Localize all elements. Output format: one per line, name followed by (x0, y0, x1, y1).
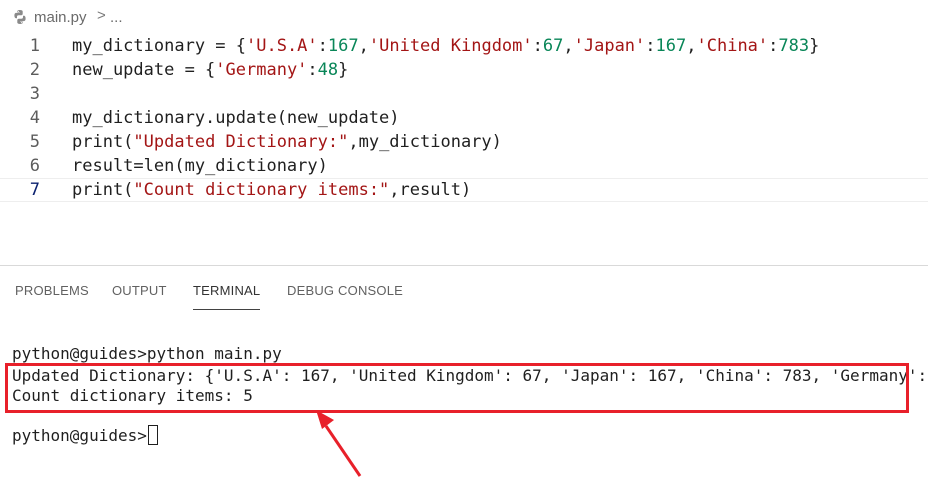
number-token: 167 (327, 36, 359, 56)
code-text: new_update = {'Germany':48} (72, 58, 348, 82)
code-line[interactable]: 5 print("Updated Dictionary:",my_dictiona… (0, 130, 928, 154)
breadcrumb-file[interactable]: main.py (34, 9, 87, 26)
terminal-command-line: python@guides>python main.py (12, 344, 282, 363)
string-token: "Count dictionary items:" (133, 180, 390, 200)
string-token: "Updated Dictionary:" (133, 132, 349, 152)
code-token: print( (72, 132, 134, 152)
terminal-prompt-line: python@guides> (12, 425, 158, 447)
line-number: 1 (29, 36, 40, 56)
code-token: , (358, 36, 369, 56)
line-number: 2 (29, 60, 40, 80)
code-line[interactable]: 7 print("Count dictionary items:",result) (0, 178, 928, 202)
line-number: 6 (29, 156, 40, 176)
code-token: ,result) (389, 180, 472, 200)
code-token: ,my_dictionary) (348, 132, 502, 152)
code-editor[interactable]: 1 my_dictionary = {'U.S.A':167,'United Ki… (0, 34, 928, 214)
number-token: 67 (542, 36, 564, 56)
code-token: , (563, 36, 574, 56)
code-text: print("Count dictionary items:",result) (72, 179, 471, 201)
code-token: new_update = { (72, 60, 216, 80)
code-token: : (307, 60, 318, 80)
python-file-icon (14, 10, 26, 24)
code-token: : (645, 36, 656, 56)
code-token: my_dictionary.update(new_update) (72, 108, 400, 128)
code-line[interactable]: 2 new_update = {'Germany':48} (0, 58, 928, 82)
string-token: 'United Kingdom' (368, 36, 533, 56)
chevron-right-icon: > (97, 7, 106, 24)
code-text: print("Updated Dictionary:",my_dictionar… (72, 130, 502, 154)
code-token: result=len(my_dictionary) (72, 156, 328, 176)
terminal-cursor (147, 425, 158, 445)
code-token: my_dictionary = { (72, 36, 246, 56)
code-line[interactable]: 1 my_dictionary = {'U.S.A':167,'United Ki… (0, 34, 928, 58)
string-token: 'U.S.A' (246, 36, 318, 56)
code-token: : (768, 36, 779, 56)
code-text: result=len(my_dictionary) (72, 154, 328, 178)
active-tab-indicator (193, 309, 260, 310)
red-arrow-annotation (316, 410, 362, 477)
tab-terminal[interactable]: TERMINAL (193, 283, 260, 298)
code-token: , (686, 36, 697, 56)
line-number: 3 (29, 84, 40, 104)
code-token: : (532, 36, 543, 56)
code-token: } (338, 60, 349, 80)
code-line[interactable]: 4 my_dictionary.update(new_update) (0, 106, 928, 130)
code-token: } (809, 36, 820, 56)
output-highlight-box (5, 363, 909, 413)
number-token: 48 (317, 60, 339, 80)
tab-debug-console[interactable]: DEBUG CONSOLE (287, 283, 403, 298)
string-token: 'Japan' (573, 36, 646, 56)
string-token: 'China' (696, 36, 769, 56)
code-text: my_dictionary = {'U.S.A':167,'United Kin… (72, 34, 819, 58)
string-token: 'Germany' (215, 60, 308, 80)
line-number: 4 (29, 108, 40, 128)
line-number: 7 (29, 180, 40, 200)
code-text: my_dictionary.update(new_update) (72, 106, 400, 130)
code-line[interactable]: 6 result=len(my_dictionary) (0, 154, 928, 178)
tab-problems[interactable]: PROBLEMS (15, 283, 89, 298)
breadcrumb: main.py > ... (0, 0, 928, 34)
number-token: 783 (778, 36, 810, 56)
code-token: : (317, 36, 328, 56)
code-token: print( (72, 180, 134, 200)
terminal-prompt: python@guides> (12, 426, 147, 445)
tab-output[interactable]: OUTPUT (112, 283, 167, 298)
panel-tabs: PROBLEMS OUTPUT TERMINAL DEBUG CONSOLE (0, 266, 928, 310)
number-token: 167 (655, 36, 687, 56)
breadcrumb-ellipsis[interactable]: ... (110, 9, 123, 26)
code-line[interactable]: 3 (0, 82, 928, 106)
line-number: 5 (29, 132, 40, 152)
